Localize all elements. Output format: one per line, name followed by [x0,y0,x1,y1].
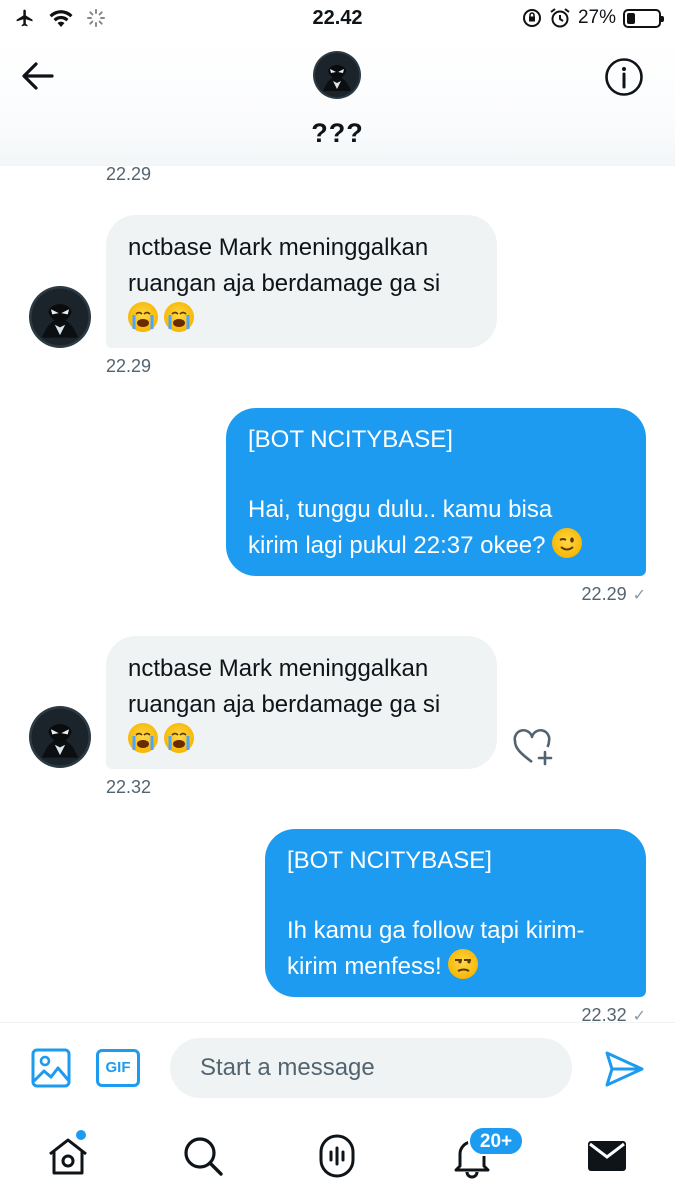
notification-count-badge: 20+ [468,1126,524,1156]
info-button[interactable] [604,57,644,97]
loudly-crying-face-emoji [128,723,158,753]
conversation-header: ??? [0,38,675,166]
image-icon [31,1048,71,1088]
sent-check-icon: ✓ [632,587,646,604]
arrow-left-icon [22,62,54,90]
sender-avatar[interactable] [29,706,91,768]
bottom-navigation: 20+ [0,1114,675,1200]
search-icon [184,1137,223,1176]
venom-avatar [29,286,91,348]
orientation-lock-icon [522,9,541,27]
loudly-crying-face-emoji [128,302,158,332]
unamused-face-emoji [448,949,479,979]
message-composer: GIF [0,1022,675,1114]
status-right-icons: 27% [522,7,664,29]
battery-fill [627,12,635,24]
loudly-crying-face-emoji [164,723,194,753]
message-text: Hai, tunggu dulu.. kamu bisa kirim lagi … [248,492,624,564]
nav-messages[interactable] [583,1132,631,1180]
add-media-button[interactable] [30,1047,72,1089]
message-text: nctbase Mark meninggalkan ruangan aja be… [128,655,441,718]
spaces-icon [319,1134,355,1178]
sent-check-icon: ✓ [632,1008,646,1022]
outgoing-message-bubble[interactable]: [BOT NCITYBASE] Ih kamu ga follow tapi k… [265,829,646,997]
message-emojis [128,723,475,759]
nav-spaces[interactable] [313,1132,361,1180]
message-input-wrapper [170,1038,572,1098]
message-timestamp: 22.29 [106,356,152,376]
message-timestamp: 22.32 [106,777,152,797]
heart-plus-icon [513,728,553,766]
message-emojis [128,302,475,338]
nav-home[interactable] [44,1132,92,1180]
message-input[interactable] [170,1038,572,1098]
back-button[interactable] [18,58,58,94]
battery-icon [623,8,664,28]
incoming-message-bubble[interactable]: nctbase Mark meninggalkan ruangan aja be… [106,636,497,769]
home-unread-dot [76,1130,86,1140]
venom-avatar [313,51,361,99]
send-button[interactable] [602,1047,646,1091]
nav-search[interactable] [179,1132,227,1180]
battery-percent: 27% [577,7,616,28]
status-bar: 22.42 27% [0,0,675,38]
message-text: nctbase Mark meninggalkan ruangan aja be… [128,234,441,297]
info-icon [605,58,643,96]
messages-icon [588,1141,626,1171]
message-timestamp: 22.32 ✓ [500,1005,646,1022]
winking-face-emoji [552,528,583,558]
message-timestamp: 22.29 [106,166,152,184]
add-reaction-button[interactable] [512,728,556,768]
venom-avatar [29,706,91,768]
gif-button[interactable]: GIF [96,1049,140,1087]
outgoing-message-bubble[interactable]: [BOT NCITYBASE] Hai, tunggu dulu.. kamu … [226,408,646,576]
home-icon [49,1138,87,1175]
message-text: Ih kamu ga follow tapi kirim- kirim menf… [287,917,585,980]
message-header: [BOT NCITYBASE] [287,847,492,874]
header-avatar[interactable] [313,51,361,99]
message-header: [BOT NCITYBASE] [248,426,453,453]
message-timestamp: 22.29 ✓ [581,584,646,604]
sender-avatar[interactable] [29,286,91,348]
alarm-icon [550,8,570,28]
send-icon [605,1051,644,1087]
message-list[interactable]: 22.29 nctbase Mark meninggalkan ruangan … [0,166,675,1022]
incoming-message-bubble[interactable]: nctbase Mark meninggalkan ruangan aja be… [106,215,497,348]
loudly-crying-face-emoji [164,302,194,332]
conversation-title: ??? [311,118,364,148]
